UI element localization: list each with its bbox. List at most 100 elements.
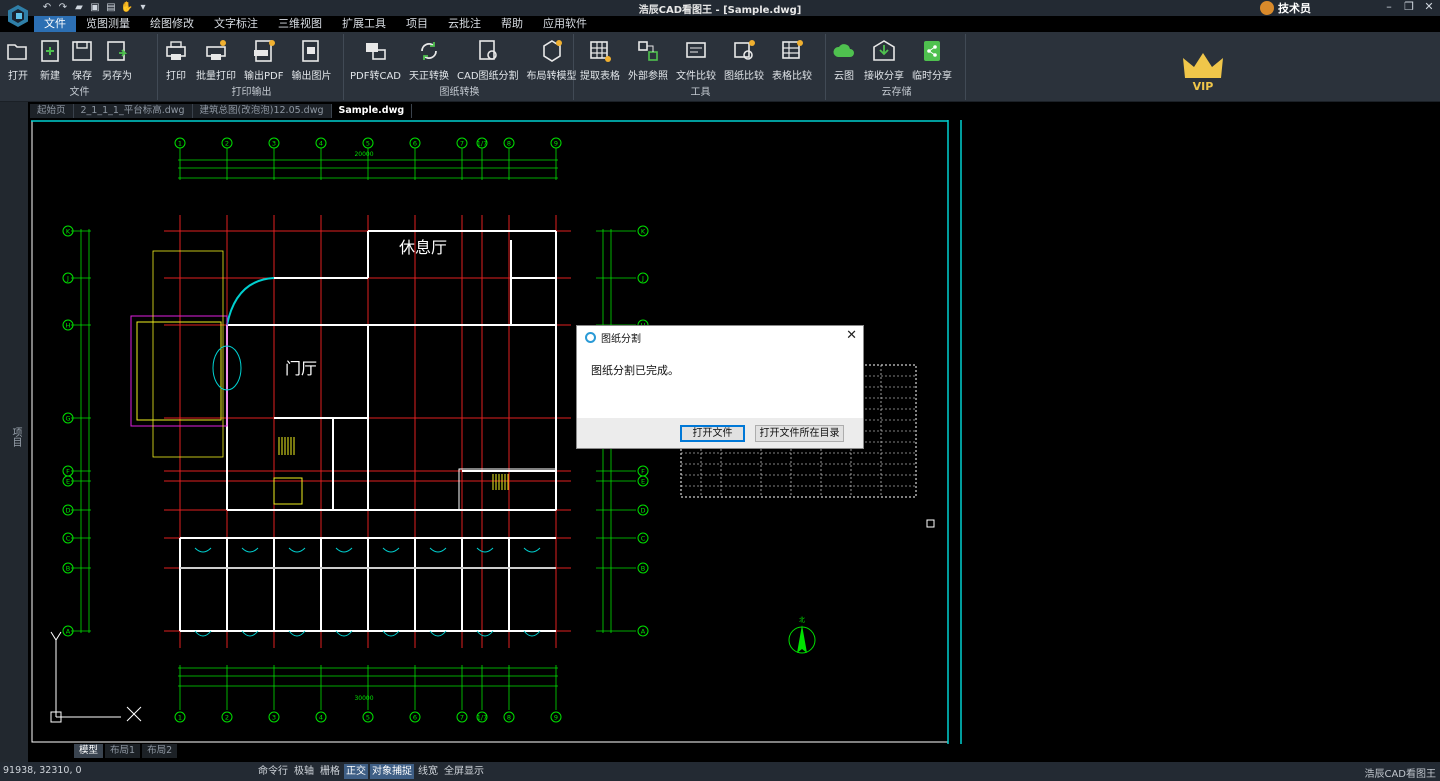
axis-label-column: 5 xyxy=(366,714,370,722)
menu-browse-measure[interactable]: 览图测量 xyxy=(76,16,140,32)
balcony-outline xyxy=(136,321,222,421)
drawing-canvas[interactable]: 112233445566771/71/78899KKJJHHGGFFEEDDCC… xyxy=(31,120,1440,744)
door-swing xyxy=(523,547,541,553)
menu-extend-tools[interactable]: 扩展工具 xyxy=(332,16,396,32)
toggle-ortho[interactable]: 正交 xyxy=(344,764,368,779)
temp-share-button[interactable]: 临时分享 xyxy=(908,34,956,84)
axis-label-row: J xyxy=(66,275,69,283)
table-compare-icon xyxy=(782,40,803,59)
axis-label-row: C xyxy=(66,535,71,543)
north-arrow-icon: 北 xyxy=(788,616,816,654)
axis-label-column: 3 xyxy=(272,140,276,148)
toggle-fullscreen[interactable]: 全屏显示 xyxy=(442,764,486,779)
dialog-close-icon[interactable]: ✕ xyxy=(846,328,857,343)
ribbon-group-cloud: 云图 接收分享 临时分享 云存储 xyxy=(828,34,966,100)
door-swing xyxy=(335,547,353,553)
menu-apps[interactable]: 应用软件 xyxy=(533,16,597,32)
new-button[interactable]: 新建 xyxy=(34,34,66,84)
axis-label-column: 6 xyxy=(413,714,417,722)
grip-handle[interactable] xyxy=(926,519,935,528)
receive-share-button[interactable]: 接收分享 xyxy=(860,34,908,84)
print-button[interactable]: 打印 xyxy=(160,34,192,84)
batch-print-button[interactable]: 批量打印 xyxy=(192,34,240,84)
pdf-to-cad-button[interactable]: PDF转CAD xyxy=(346,34,405,84)
dialog-title-bar: 图纸分割 xyxy=(577,326,863,348)
open-folder-button[interactable]: 打开文件所在目录 xyxy=(755,425,844,442)
door-swing xyxy=(241,547,259,553)
table-compare-button[interactable]: 表格比较 xyxy=(768,34,816,84)
axis-label-row: C xyxy=(641,535,646,543)
tab-platform-elevation[interactable]: 2_1_1_1_平台标高.dwg xyxy=(74,104,193,118)
image-export-icon xyxy=(302,40,320,62)
tab-model[interactable]: 模型 xyxy=(74,744,104,758)
menu-3d-view[interactable]: 三维视图 xyxy=(268,16,332,32)
menu-help[interactable]: 帮助 xyxy=(491,16,533,32)
save-as-button[interactable]: 另存为 xyxy=(98,34,136,84)
axis-label-column: 2 xyxy=(225,140,229,148)
open-file-button[interactable]: 打开文件 xyxy=(680,425,745,442)
door-swing xyxy=(382,547,400,553)
toggle-command-line[interactable]: 命令行 xyxy=(256,764,290,779)
tab-layout2[interactable]: 布局2 xyxy=(142,744,178,758)
axis-label-column: 7 xyxy=(460,140,464,148)
tab-site-plan[interactable]: 建筑总图(改泡泡)12.05.dwg xyxy=(193,104,332,118)
app-logo-icon xyxy=(8,5,28,27)
tab-start-page[interactable]: 起始页 xyxy=(30,104,74,118)
ribbon-group-file: 打开 新建 保存 另存为 文件 xyxy=(2,34,158,100)
room-label-lounge: 休息厅 xyxy=(399,238,447,257)
minimize-icon[interactable]: – xyxy=(1382,0,1396,13)
menu-file[interactable]: 文件 xyxy=(34,16,76,32)
menu-draw-modify[interactable]: 绘图修改 xyxy=(140,16,204,32)
app-small-icon xyxy=(585,331,596,343)
open-button[interactable]: 打开 xyxy=(2,34,34,84)
room-label-hall: 门厅 xyxy=(285,359,317,378)
save-as-icon xyxy=(107,41,128,61)
export-pdf-button[interactable]: 输出PDF xyxy=(240,34,287,84)
tangent-convert-button[interactable]: 天正转换 xyxy=(405,34,453,84)
export-image-button[interactable]: 输出图片 xyxy=(287,34,335,84)
toggle-object-snap[interactable]: 对象捕捉 xyxy=(370,764,414,779)
layout-model-icon xyxy=(542,40,562,62)
left-side-panel[interactable]: 项目 xyxy=(0,102,28,762)
menu-text-dimension[interactable]: 文字标注 xyxy=(204,16,268,32)
restore-icon[interactable]: ❐ xyxy=(1402,0,1416,13)
toggle-lineweight[interactable]: 线宽 xyxy=(416,764,440,779)
cursor-coordinates: 91938, 32310, 0 xyxy=(3,765,82,776)
vip-label: VIP xyxy=(1193,80,1214,93)
share-icon xyxy=(924,41,940,61)
ribbon-group-print: 打印 批量打印 输出PDF 输出图片 打印输出 xyxy=(160,34,344,100)
vip-crown-icon[interactable]: VIP xyxy=(1180,50,1226,94)
pdf-icon xyxy=(253,40,275,62)
menu-project[interactable]: 项目 xyxy=(396,16,438,32)
toggle-grid[interactable]: 栅格 xyxy=(318,764,342,779)
drawing-compare-button[interactable]: 图纸比较 xyxy=(720,34,768,84)
close-icon[interactable]: ✕ xyxy=(1422,0,1436,13)
cloud-icon xyxy=(833,44,854,57)
save-icon xyxy=(72,41,92,61)
axis-label-column: 7 xyxy=(460,714,464,722)
cad-split-button[interactable]: CAD图纸分割 xyxy=(453,34,523,84)
toggle-polar[interactable]: 极轴 xyxy=(292,764,316,779)
window-title: 浩辰CAD看图王 - [Sample.dwg] xyxy=(638,5,802,16)
user-account[interactable]: 技术员 xyxy=(1260,0,1311,16)
status-bar: 91938, 32310, 0 命令行 极轴 栅格 正交 对象捕捉 线宽 全屏显… xyxy=(0,762,1440,781)
axis-label-column: 8 xyxy=(507,140,511,148)
file-compare-button[interactable]: 文件比较 xyxy=(672,34,720,84)
cloud-drawing-button[interactable]: 云图 xyxy=(828,34,860,84)
tab-sample[interactable]: Sample.dwg xyxy=(331,104,413,118)
layout-to-model-button[interactable]: 布局转模型 xyxy=(523,34,581,84)
menu-cloud-annotate[interactable]: 云批注 xyxy=(438,16,491,32)
ribbon-group-convert: PDF转CAD 天正转换 CAD图纸分割 布局转模型 图纸转换 xyxy=(346,34,577,100)
external-reference-button[interactable]: 外部参照 xyxy=(624,34,672,84)
pdf-to-cad-icon xyxy=(365,43,386,60)
axis-label-column: 4 xyxy=(319,140,323,148)
tab-layout1[interactable]: 布局1 xyxy=(105,744,141,758)
axis-label-row: D xyxy=(65,507,70,515)
project-panel-label: 项目 xyxy=(10,427,21,447)
save-button[interactable]: 保存 xyxy=(66,34,98,84)
axis-label-column: 9 xyxy=(554,140,558,148)
top-total-dimension: 20000 xyxy=(354,151,373,158)
extract-table-button[interactable]: 提取表格 xyxy=(576,34,624,84)
document-tabs: 起始页 2_1_1_1_平台标高.dwg 建筑总图(改泡泡)12.05.dwg … xyxy=(30,104,413,118)
axis-label-row: E xyxy=(641,478,645,486)
